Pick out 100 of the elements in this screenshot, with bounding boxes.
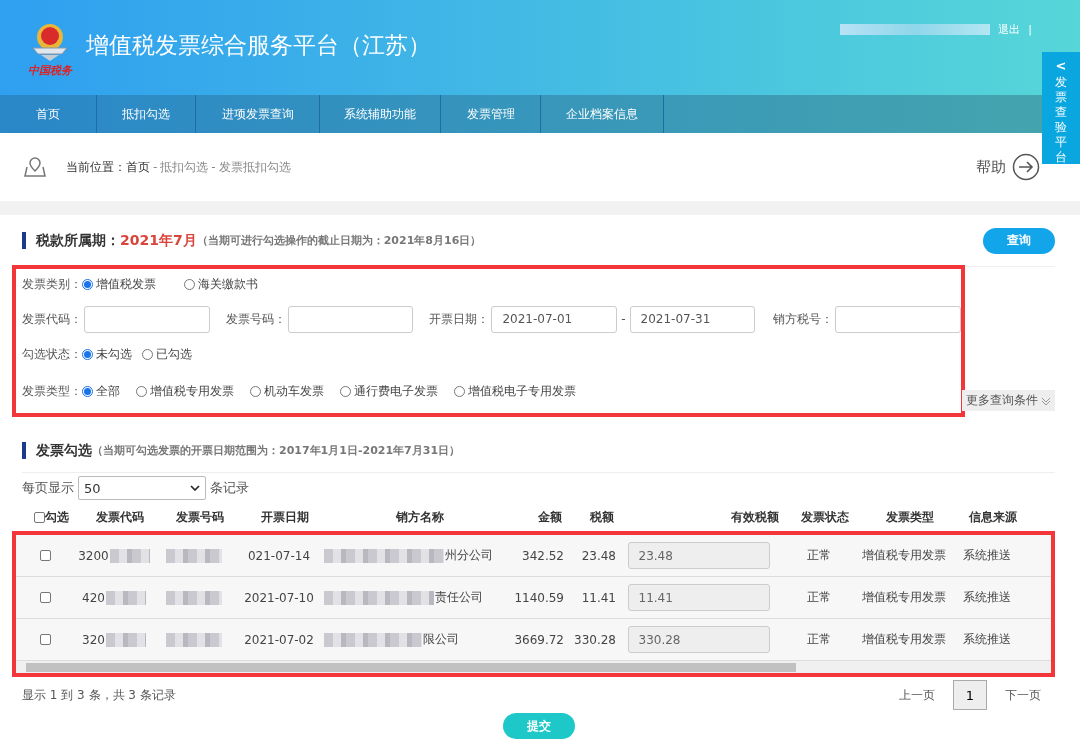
breadcrumb-label: 当前位置： [66, 158, 126, 176]
radio-option[interactable]: 机动车发票 [250, 382, 324, 400]
page-size-label: 每页显示 [22, 479, 74, 497]
section-note: （当期可勾选发票的开票日期范围为：2017年1月1日-2021年7月31日） [92, 443, 461, 458]
column-header: 发票类型 [884, 508, 935, 526]
table-cell-text: 系统推送 [962, 631, 1012, 648]
page-size-select[interactable]: 50 [78, 476, 206, 500]
table-cell: 限公司 [423, 631, 459, 648]
period-value: 2021年7月 [120, 231, 197, 250]
table-cell-text: 2021-07-02 [243, 632, 315, 647]
date-field[interactable]: 2021-07-31 [629, 305, 756, 333]
table-cell-text: 系统推送 [962, 547, 1012, 564]
table-cell-text: 342.52 [521, 548, 564, 563]
record-summary: 显示 1 到 3 条，共 3 条记录 [22, 686, 176, 704]
more-conditions-link[interactable]: 更多查询条件 [962, 390, 1055, 411]
table-cell-text: 正常 [805, 589, 832, 606]
next-page-link[interactable]: 下一页 [1005, 686, 1041, 704]
effective-tax-field[interactable]: 23.48 [627, 542, 770, 569]
chevron-down-icon [190, 485, 200, 491]
table-cell-text: 1140.59 [513, 590, 564, 605]
prev-page-link[interactable]: 上一页 [899, 686, 935, 704]
table-cell: 责任公司 [435, 589, 483, 606]
table-cell-text: 11.41 [580, 590, 616, 605]
table-cell-text: 增值税专用发票 [860, 547, 947, 564]
redacted-number [166, 548, 222, 563]
table-cell-text: 正常 [805, 631, 832, 648]
nav-item[interactable]: 首页 [0, 95, 97, 133]
breadcrumb-separator: - [211, 160, 216, 174]
column-header: 金额 [537, 508, 563, 526]
table-cell: 3200 [78, 548, 109, 563]
period-note: （当期可进行勾选操作的截止日期为：2021年8月16日） [196, 233, 482, 248]
redacted-code [109, 548, 150, 563]
table-cell-text: 021-07-14 [246, 548, 312, 563]
row-checkbox[interactable] [39, 592, 51, 603]
filter-label: 发票类别： [22, 275, 82, 293]
radio-option[interactable]: 未勾选 [82, 345, 132, 363]
filter-label: 发票代码： [22, 310, 82, 328]
radio-option[interactable]: 已勾选 [142, 345, 192, 363]
page-size-suffix: 条记录 [210, 479, 249, 497]
radio-option[interactable]: 通行费电子发票 [340, 382, 438, 400]
filter-label: 开票日期： [429, 310, 490, 328]
filter-label: 勾选状态： [22, 345, 82, 363]
input-field[interactable] [835, 305, 961, 333]
column-header: 发票代码 [95, 508, 145, 526]
filter-label: 发票号码： [225, 310, 286, 328]
radio-option[interactable]: 增值税专用发票 [136, 382, 234, 400]
column-header: 税额 [589, 508, 615, 526]
table-cell-text: 增值税专用发票 [860, 631, 947, 648]
breadcrumb-link[interactable]: 首页 [126, 158, 150, 176]
breadcrumb-current: 发票抵扣勾选 [218, 158, 291, 176]
input-field[interactable] [84, 305, 210, 333]
column-header: 有效税额 [730, 508, 780, 526]
effective-tax-field[interactable]: 11.41 [627, 584, 770, 611]
table-cell: 州分公司 [445, 547, 493, 564]
filter-label: 发票类型： [22, 382, 82, 400]
redacted-number [166, 632, 222, 647]
column-header: 开票日期 [260, 508, 310, 526]
breadcrumb-link[interactable]: 抵扣勾选 [160, 158, 209, 176]
redacted-number [166, 590, 222, 605]
radio-option[interactable]: 全部 [82, 382, 120, 400]
column-header: 发票号码 [175, 508, 225, 526]
site-title: 增值税发票综合服务平台（江苏） [86, 31, 431, 60]
redacted-code [105, 632, 146, 647]
table-cell-text: 系统推送 [962, 589, 1012, 606]
input-field[interactable] [287, 305, 414, 333]
row-checkbox[interactable] [39, 550, 51, 561]
chevron-down-icon [1041, 396, 1051, 405]
separator-text: | [1028, 23, 1032, 36]
row-checkbox[interactable] [39, 634, 51, 645]
radio-option[interactable]: 增值税电子专用发票 [454, 382, 576, 400]
page-button[interactable]: 1 [953, 680, 987, 710]
table-cell-text: 3669.72 [513, 632, 564, 647]
section-title: 发票勾选 [36, 441, 92, 460]
logo-caption: 中国税务 [28, 62, 72, 78]
section-title: 税款所属期： [36, 231, 120, 250]
column-header: 销方名称 [395, 508, 445, 526]
range-separator: - [621, 312, 626, 326]
select-all-checkbox[interactable]: 勾选 [22, 508, 80, 526]
table-cell: 320 [82, 632, 105, 647]
table-cell-text: 23.48 [580, 548, 616, 563]
emblem-icon [29, 21, 71, 62]
arrow-right-icon [1012, 153, 1040, 181]
breadcrumb-separator: - [153, 160, 158, 174]
effective-tax-field[interactable]: 330.28 [627, 626, 770, 653]
table-cell: 420 [82, 590, 105, 605]
horizontal-scrollbar[interactable] [16, 661, 1051, 673]
table-cell-text: 增值税专用发票 [860, 589, 947, 606]
column-header: 信息来源 [967, 508, 1018, 526]
redacted-code [105, 590, 146, 605]
nav-item[interactable]: 系统辅助功能 [320, 95, 441, 133]
map-pin-icon [24, 157, 46, 177]
table-cell-text: 正常 [805, 547, 832, 564]
radio-option[interactable]: 增值税发票 [82, 275, 156, 293]
column-header: 发票状态 [799, 508, 850, 526]
table-cell-text: 2021-07-10 [243, 590, 315, 605]
date-field[interactable]: 2021-07-01 [491, 305, 618, 333]
radio-option[interactable]: 海关缴款书 [184, 275, 258, 293]
help-link[interactable]: 帮助 [976, 153, 1040, 181]
nav-item[interactable]: 进项发票查询 [196, 95, 320, 133]
nav-item[interactable]: 抵扣勾选 [97, 95, 196, 133]
